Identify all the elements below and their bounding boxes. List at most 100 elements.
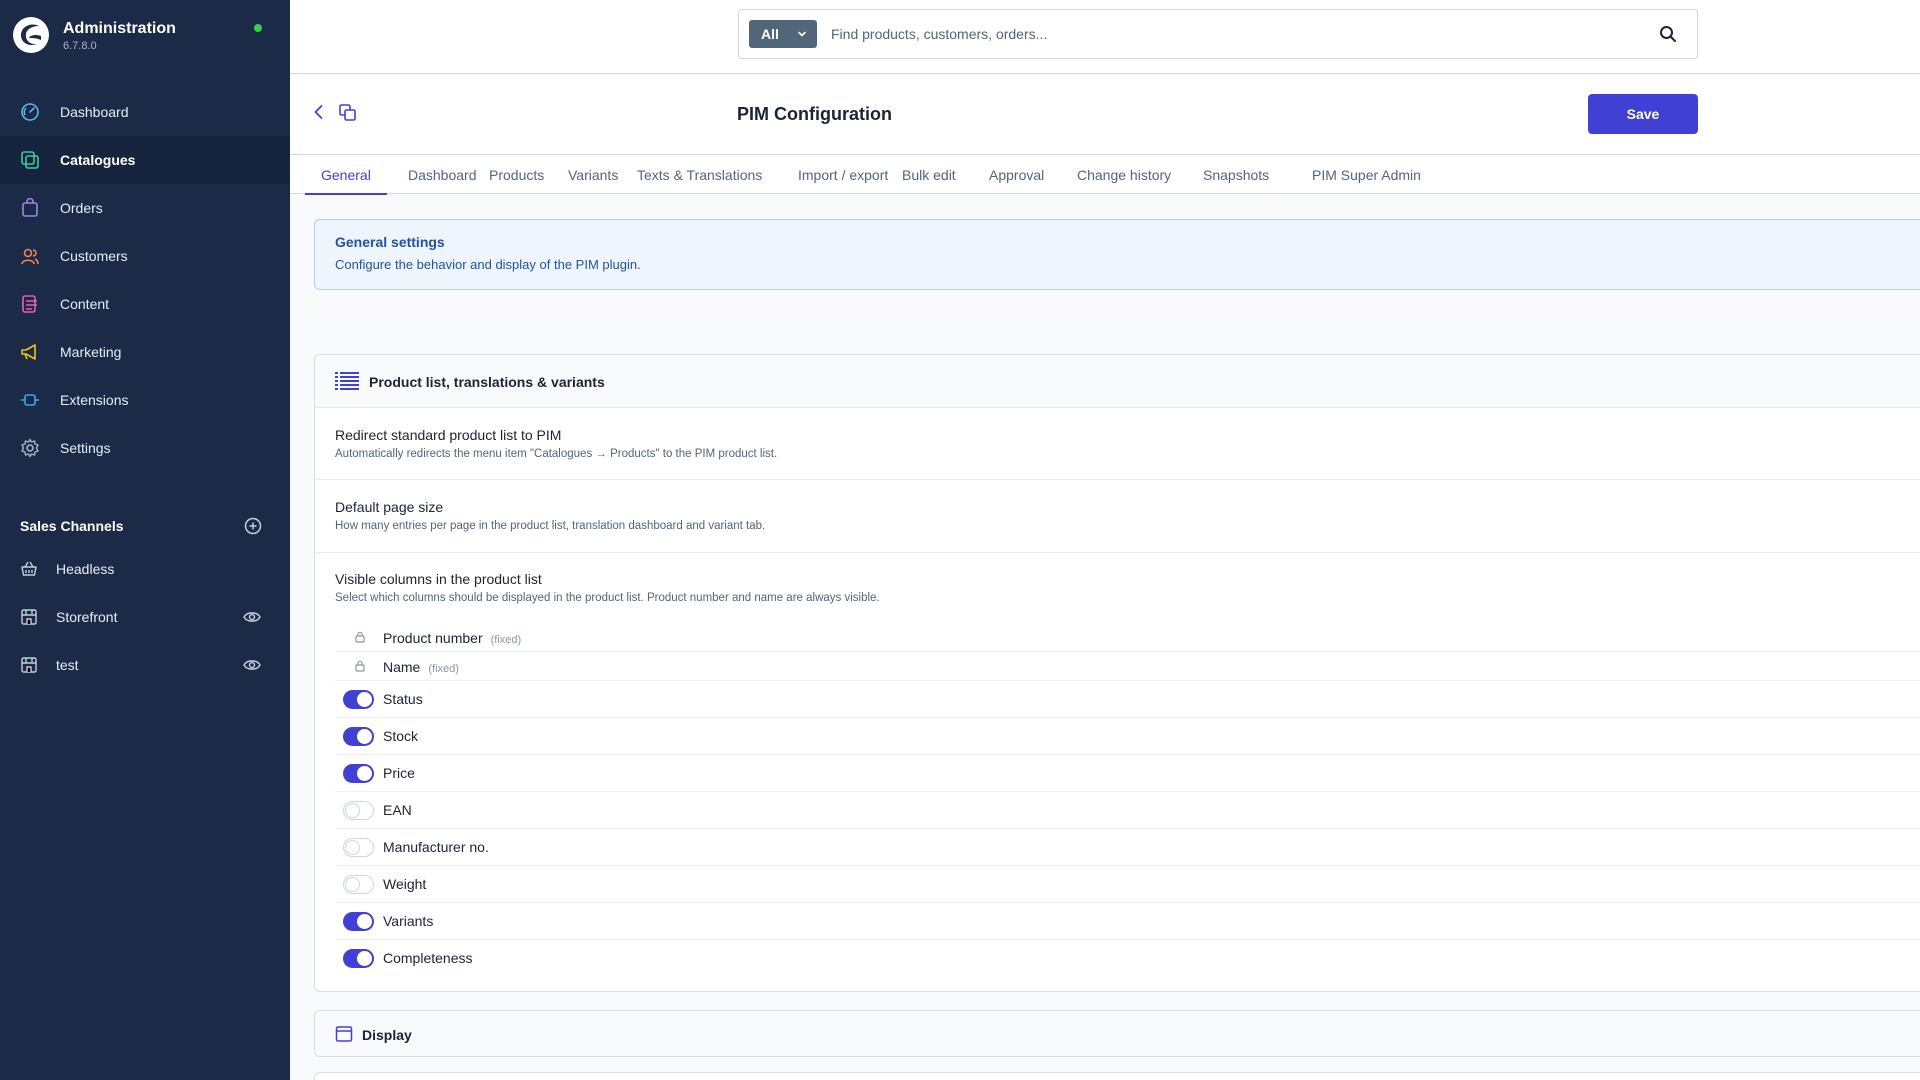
sales-channel-test[interactable]: test: [0, 641, 290, 689]
save-button[interactable]: Save: [1588, 94, 1698, 134]
search-type-value: All: [761, 26, 779, 42]
setting-title: Default page size: [335, 499, 444, 515]
nav-label: Marketing: [60, 344, 122, 360]
shopware-logo-icon[interactable]: [12, 16, 50, 54]
nav-item-dashboard[interactable]: Dashboard: [0, 88, 290, 136]
extensions-icon: [20, 390, 40, 410]
setting-description: Select which columns should be displayed…: [335, 592, 880, 604]
app-version: 6.7.8.0: [63, 40, 97, 52]
card-title: Display: [362, 1027, 412, 1043]
dashboard-icon: [20, 102, 40, 122]
nav-item-extensions[interactable]: Extensions: [0, 376, 290, 424]
tab-approval[interactable]: Approval: [973, 155, 1060, 194]
fixed-tag: (fixed): [490, 634, 522, 646]
nav-label: Content: [60, 296, 110, 312]
list-icon: [335, 372, 359, 390]
column-label: Completeness: [383, 950, 473, 966]
tab-bulk-edit[interactable]: Bulk edit: [886, 155, 972, 194]
display-settings-card[interactable]: Display: [314, 1010, 1920, 1057]
customers-icon: [20, 246, 40, 266]
content-icon: [20, 294, 40, 314]
nav-item-orders[interactable]: Orders: [0, 184, 290, 232]
tab-general[interactable]: General: [305, 155, 387, 195]
sales-channel-label: Headless: [56, 561, 115, 577]
card-title: Product list, translations & variants: [369, 374, 605, 390]
nav-item-settings[interactable]: Settings: [0, 424, 290, 472]
online-status-dot: [254, 24, 262, 32]
orders-icon: [20, 198, 40, 218]
tab-texts-translations[interactable]: Texts & Translations: [621, 155, 778, 194]
tab-snapshots[interactable]: Snapshots: [1187, 155, 1285, 194]
manufacturer-no-column-toggle[interactable]: [343, 838, 374, 857]
sales-channel-label: Storefront: [56, 609, 118, 625]
setting-default-page-size[interactable]: Default page size How many entries per p…: [315, 480, 1920, 553]
setting-title: Redirect standard product list to PIM: [335, 427, 562, 443]
eye-icon[interactable]: [243, 656, 261, 674]
back-arrow-icon[interactable]: [310, 103, 328, 121]
toggle-knob: [357, 729, 372, 744]
app-title: Administration: [63, 20, 176, 37]
nav-item-content[interactable]: Content: [0, 280, 290, 328]
nav-label: Extensions: [60, 392, 129, 408]
add-sales-channel-icon[interactable]: [244, 517, 262, 535]
variants-column-toggle[interactable]: [343, 912, 374, 931]
column-row-weight: Weight: [335, 866, 1920, 903]
column-row-name: Name (fixed): [335, 652, 1920, 681]
sales-channel-storefront[interactable]: Storefront: [0, 593, 290, 641]
marketing-icon: [20, 342, 40, 362]
page-header: PIM Configuration Save: [290, 75, 1920, 155]
nav-item-catalogues[interactable]: Catalogues: [0, 136, 290, 184]
storefront-icon: [21, 609, 37, 625]
stock-column-toggle[interactable]: [343, 727, 374, 746]
column-label: Price: [383, 765, 415, 781]
tab-pim-super-admin[interactable]: PIM Super Admin: [1296, 155, 1437, 194]
global-search: All: [738, 9, 1698, 59]
column-label: Weight: [383, 876, 427, 892]
storefront-icon: [21, 657, 37, 673]
nav-item-customers[interactable]: Customers: [0, 232, 290, 280]
basket-icon: [21, 561, 37, 576]
ean-column-toggle[interactable]: [343, 801, 374, 820]
toggle-knob: [345, 876, 360, 892]
status-column-toggle[interactable]: [343, 690, 374, 709]
brand: Administration 6.7.8.0: [0, 0, 290, 74]
toggle-knob: [357, 951, 372, 966]
catalogues-icon: [20, 150, 40, 170]
gear-icon: [20, 438, 40, 458]
column-label: Status: [383, 691, 423, 707]
tab-bar: General Dashboard Products Variants Text…: [290, 155, 1920, 195]
column-label: Product number (fixed): [383, 630, 522, 646]
column-row-stock: Stock: [335, 718, 1920, 755]
column-row-completeness: Completeness: [335, 940, 1920, 977]
sales-channels-list: Headless Storefront test: [0, 545, 290, 689]
search-input[interactable]: [831, 22, 1631, 46]
price-column-toggle[interactable]: [343, 764, 374, 783]
tab-change-history[interactable]: Change history: [1061, 155, 1187, 194]
nav-item-marketing[interactable]: Marketing: [0, 328, 290, 376]
sales-channel-headless[interactable]: Headless: [0, 545, 290, 593]
setting-redirect-product-list[interactable]: Redirect standard product list to PIM Au…: [315, 408, 1920, 480]
column-label: Manufacturer no.: [383, 839, 489, 855]
nav-label: Customers: [60, 248, 128, 264]
weight-column-toggle[interactable]: [343, 875, 374, 894]
card-header: Product list, translations & variants: [315, 355, 1920, 408]
setting-visible-columns: Visible columns in the product list Sele…: [315, 553, 1920, 978]
top-bar: All: [290, 0, 1920, 74]
setting-description: Automatically redirects the menu item "C…: [335, 448, 778, 460]
setting-description: How many entries per page in the product…: [335, 520, 766, 532]
copy-icon[interactable]: [338, 103, 358, 123]
column-label: Stock: [383, 728, 419, 744]
info-title: General settings: [335, 234, 445, 250]
sales-channels-title: Sales Channels: [20, 518, 124, 534]
column-row-ean: EAN: [335, 792, 1920, 829]
search-type-select[interactable]: All: [749, 20, 817, 48]
product-list-settings-card: Product list, translations & variants Re…: [314, 354, 1920, 992]
toggle-knob: [345, 802, 360, 818]
display-icon: [335, 1026, 353, 1042]
eye-icon[interactable]: [243, 608, 261, 626]
tab-products[interactable]: Products: [473, 155, 560, 194]
lock-icon: [355, 660, 365, 672]
search-icon[interactable]: [1659, 25, 1677, 43]
completeness-column-toggle[interactable]: [343, 949, 374, 968]
nav-label: Orders: [60, 200, 103, 216]
